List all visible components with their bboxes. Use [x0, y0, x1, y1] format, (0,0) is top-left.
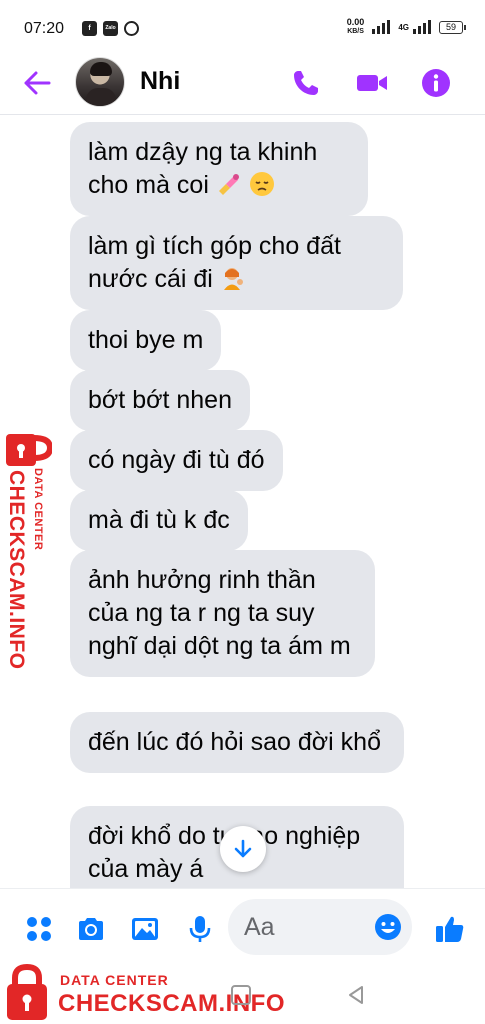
- message-bubble[interactable]: có ngày đi tù đó: [70, 430, 283, 491]
- microphone-icon[interactable]: [185, 914, 215, 944]
- person-tipping-hand-icon: [223, 268, 243, 290]
- message-bubble[interactable]: thoi bye m: [70, 310, 222, 371]
- watermark-side-big: CHECKSCAM.INFO: [5, 470, 28, 670]
- battery-level: 59: [445, 21, 456, 32]
- message-bubble[interactable]: mà đi tù k đc: [70, 490, 248, 551]
- back-arrow-icon[interactable]: [22, 69, 52, 97]
- zalo-icon: Zalo: [103, 21, 118, 36]
- phone-call-icon[interactable]: [290, 67, 322, 99]
- message-composer: Aa: [0, 888, 485, 968]
- message-bubble[interactable]: bớt bớt nhen: [70, 370, 250, 431]
- signal-icon-2: [413, 20, 431, 34]
- emoji-smile-icon[interactable]: [374, 913, 402, 941]
- messenger-icon: [124, 21, 139, 36]
- watermark-side-small: DATA CENTER: [32, 468, 44, 551]
- home-button-icon[interactable]: [230, 984, 252, 1006]
- status-time: 07:20: [24, 20, 65, 37]
- contact-avatar[interactable]: [75, 57, 125, 107]
- notification-icons: f Zalo: [82, 21, 139, 36]
- thumbs-up-icon[interactable]: [434, 913, 466, 945]
- message-list[interactable]: làm dzậy ng ta khinh cho mà coi làm gì t…: [0, 118, 485, 888]
- message-input[interactable]: Aa: [228, 899, 412, 955]
- message-bubble[interactable]: ảnh hưởng rinh thần của ng ta r ng ta su…: [70, 550, 375, 677]
- camera-icon[interactable]: [76, 914, 106, 944]
- network-speed: 0.00 KB/S: [346, 17, 365, 36]
- conversation-header: Nhi: [0, 55, 485, 115]
- message-bubble[interactable]: làm dzậy ng ta khinh cho mà coi: [70, 122, 368, 216]
- gallery-icon[interactable]: [130, 914, 160, 944]
- message-bubble[interactable]: đến lúc đó hỏi sao đời khổ: [70, 712, 404, 773]
- disappointed-face-icon: [249, 172, 274, 196]
- lock-icon: [6, 434, 52, 466]
- watermark-bottom-small: DATA CENTER: [60, 972, 169, 988]
- back-nav-icon[interactable]: [345, 984, 367, 1006]
- scroll-to-bottom-button[interactable]: [220, 826, 266, 872]
- system-navigation-bar: DATA CENTER CHECKSCAM.INFO: [0, 964, 485, 1024]
- lock-icon: [7, 964, 47, 1020]
- contact-name[interactable]: Nhi: [140, 67, 180, 96]
- battery-icon: 59: [439, 20, 466, 34]
- arrow-down-icon: [234, 839, 252, 858]
- status-bar: 07:20 f Zalo 0.00 KB/S 4G 59: [0, 0, 485, 60]
- apps-grid-icon[interactable]: [24, 914, 54, 944]
- facebook-icon: f: [82, 21, 97, 36]
- signal-icon: [372, 20, 391, 34]
- message-bubble[interactable]: làm gì tích góp cho đất nước cái đi: [70, 216, 403, 310]
- nail-polish-icon: [218, 174, 239, 195]
- network-type: 4G: [398, 22, 409, 32]
- info-icon[interactable]: [420, 67, 452, 99]
- message-input-placeholder: Aa: [244, 913, 275, 941]
- status-right: 0.00 KB/S 4G 59: [346, 17, 466, 36]
- video-call-icon[interactable]: [355, 67, 389, 99]
